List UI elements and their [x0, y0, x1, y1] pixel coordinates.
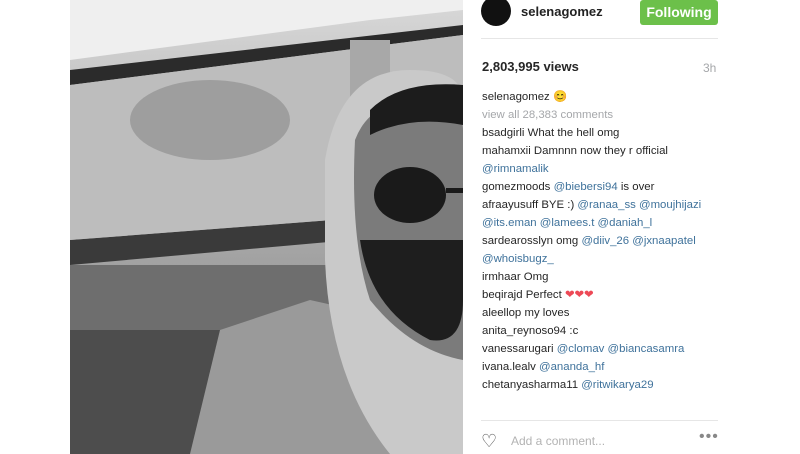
comment-row: mahamxii Damnnn now they r official @rim…: [482, 142, 722, 178]
comment-bar: ♡ Add a comment... •••: [481, 428, 721, 454]
avatar[interactable]: [481, 0, 511, 26]
following-button[interactable]: Following: [640, 0, 718, 25]
caption-text: 😊: [552, 91, 568, 103]
comment-row: ivana.lealv @ananda_hf: [482, 358, 722, 376]
comment-text: Omg: [523, 271, 549, 283]
comment-username[interactable]: ivana.lealv: [482, 361, 536, 373]
view-count: 2,803,995 views: [482, 59, 579, 74]
comment-text: BYE :): [541, 199, 575, 211]
comment-username[interactable]: irmhaar: [482, 271, 521, 283]
comment-username[interactable]: afraayusuff: [482, 199, 538, 211]
comment-text: Perfect: [525, 289, 562, 301]
ellipsis-icon[interactable]: •••: [699, 428, 719, 446]
comment-mention[interactable]: @clomav @biancasamra: [557, 343, 685, 355]
comment-row: chetanyasharma11 @ritwikarya29: [482, 376, 722, 394]
comment-row: bsadgirli What the hell omg: [482, 124, 722, 142]
view-all-comments-link[interactable]: view all 28,383 comments: [482, 106, 722, 124]
post-time[interactable]: 3h: [703, 61, 716, 75]
comment-username[interactable]: aleellop: [482, 307, 521, 319]
comment-row: anita_reynoso94 :c: [482, 322, 722, 340]
comment-username[interactable]: vanessarugari: [482, 343, 554, 355]
post-header: selenagomez Following: [463, 0, 800, 30]
comment-username[interactable]: chetanyasharma11: [482, 379, 578, 391]
comment-username[interactable]: beqirajd: [482, 289, 523, 301]
post-photo[interactable]: [70, 0, 463, 454]
header-divider: [481, 38, 718, 39]
comment-text: What the hell omg: [527, 127, 620, 139]
caption-username[interactable]: selenagomez: [482, 91, 550, 103]
comment-text: :c: [569, 325, 579, 337]
comment-mention[interactable]: @biebersi94: [554, 181, 618, 193]
footer-divider: [481, 420, 718, 421]
comment-text: omg: [556, 235, 579, 247]
comment-username[interactable]: anita_reynoso94: [482, 325, 566, 337]
comment-text: is over: [620, 181, 655, 193]
comment-text: my loves: [524, 307, 570, 319]
comment-row: sardearosslyn omg @diiv_26 @jxnaapatel @…: [482, 232, 722, 268]
comment-mention[interactable]: @ananda_hf: [539, 361, 604, 373]
comment-mention[interactable]: @ritwikarya29: [581, 379, 653, 391]
caption: selenagomez 😊: [482, 88, 722, 106]
header-username[interactable]: selenagomez: [521, 4, 603, 19]
comment-row: gomezmoods @biebersi94 is over: [482, 178, 722, 196]
comment-username[interactable]: gomezmoods: [482, 181, 550, 193]
photo-image: [70, 0, 463, 454]
comment-row: vanessarugari @clomav @biancasamra: [482, 340, 722, 358]
comment-username[interactable]: bsadgirli: [482, 127, 524, 139]
comment-row: irmhaar Omg: [482, 268, 722, 286]
heart-emoji-icon: ❤❤❤: [564, 289, 594, 301]
add-comment-input[interactable]: Add a comment...: [511, 434, 605, 448]
comment-mention[interactable]: @rimnamalik: [482, 163, 549, 175]
comment-row: beqirajd Perfect ❤❤❤: [482, 286, 722, 304]
comment-username[interactable]: mahamxii: [482, 145, 531, 157]
comment-text: Damnnn now they r official: [533, 145, 668, 157]
heart-outline-icon[interactable]: ♡: [481, 432, 497, 450]
comment-row: aleellop my loves: [482, 304, 722, 322]
comment-row: afraayusuff BYE :) @ranaa_ss @moujhijazi…: [482, 196, 722, 232]
comment-username[interactable]: sardearosslyn: [482, 235, 553, 247]
comment-list: selenagomez 😊 view all 28,383 comments b…: [482, 88, 722, 394]
post-panel: selenagomez Following 2,803,995 views 3h…: [463, 0, 800, 454]
